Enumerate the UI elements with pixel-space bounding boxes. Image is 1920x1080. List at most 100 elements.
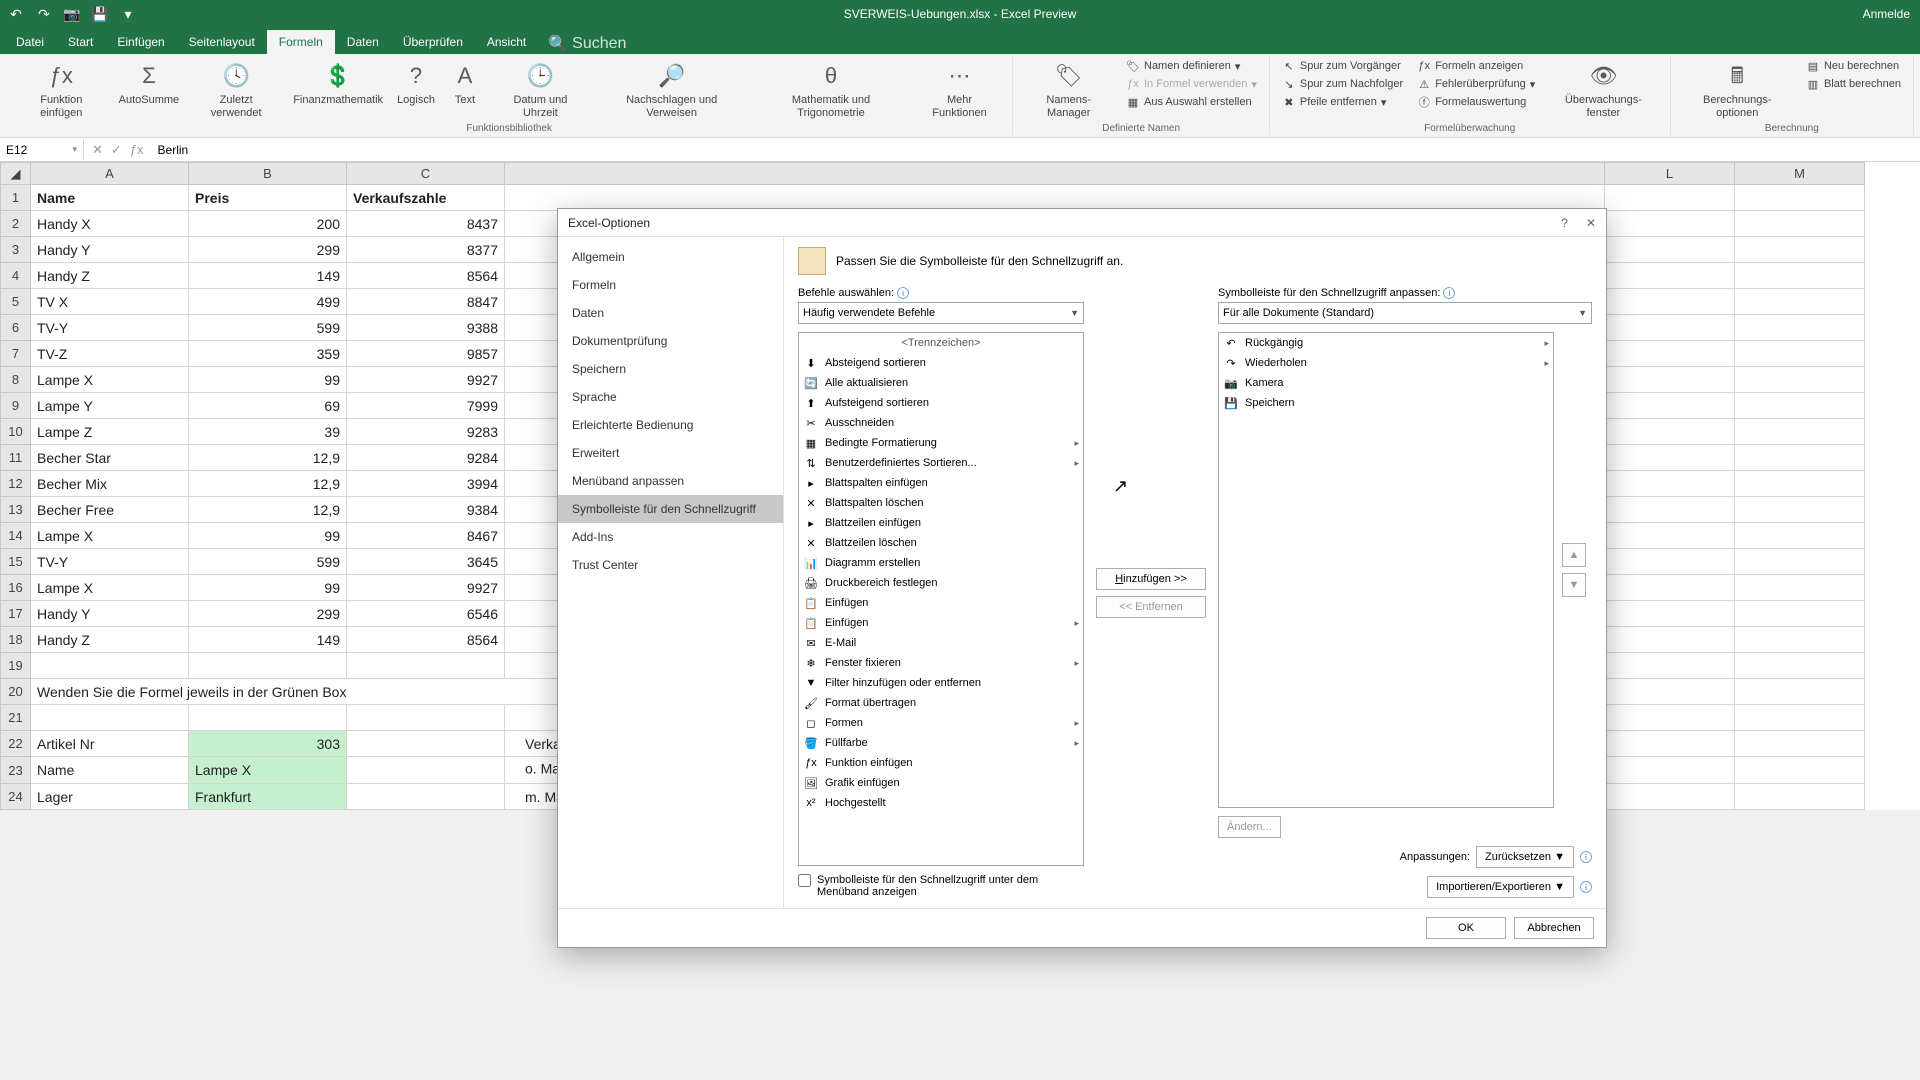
logical-button[interactable]: ?Logisch — [393, 58, 439, 109]
command-item[interactable]: ⇅Benutzerdefiniertes Sortieren...▸ — [799, 453, 1083, 473]
qat-item[interactable]: ↷Wiederholen▸ — [1219, 353, 1553, 373]
command-item[interactable]: 🖼Grafik einfügen — [799, 773, 1083, 793]
undo-icon[interactable]: ↶ — [8, 6, 24, 22]
options-nav-item[interactable]: Allgemein — [558, 243, 783, 271]
fx-bar-icon[interactable]: ƒx — [130, 142, 144, 158]
remove-arrows-button[interactable]: ✖Pfeile entfernen ▾ — [1278, 94, 1407, 110]
options-nav-item[interactable]: Dokumentprüfung — [558, 327, 783, 355]
show-below-ribbon-checkbox[interactable] — [798, 874, 811, 887]
command-item[interactable]: 🪣Füllfarbe▸ — [799, 733, 1083, 753]
autosum-button[interactable]: ΣAutoSumme — [115, 58, 184, 109]
recent-button[interactable]: 🕓Zuletzt verwendet — [189, 58, 283, 121]
col-C[interactable]: C — [347, 163, 505, 185]
remove-button[interactable]: << Entfernen — [1096, 596, 1206, 618]
col-M[interactable]: M — [1735, 163, 1865, 185]
tab-datei[interactable]: Datei — [4, 30, 56, 54]
command-item[interactable]: ✉E-Mail — [799, 633, 1083, 653]
name-box[interactable]: E12▾ — [0, 140, 84, 160]
col-B[interactable]: B — [189, 163, 347, 185]
command-item[interactable]: ▸Blattzeilen einfügen — [799, 513, 1083, 533]
create-from-selection-button[interactable]: ▦Aus Auswahl erstellen — [1122, 94, 1261, 110]
info-icon[interactable]: i — [897, 287, 909, 299]
options-nav-item[interactable]: Formeln — [558, 271, 783, 299]
camera-icon[interactable]: 📷 — [64, 6, 80, 22]
help-icon[interactable]: ? — [1561, 216, 1568, 230]
evaluate-formula-button[interactable]: ⓕFormelauswertung — [1413, 94, 1539, 110]
command-item[interactable]: x²Hochgestellt — [799, 793, 1083, 813]
name-manager-button[interactable]: 🏷Namens-Manager — [1021, 58, 1116, 121]
move-down-button[interactable]: ▼ — [1562, 573, 1586, 597]
command-item[interactable]: ✕Blattzeilen löschen — [799, 533, 1083, 553]
command-item[interactable]: ▸Blattspalten einfügen — [799, 473, 1083, 493]
watch-window-button[interactable]: 👁Überwachungs-fenster — [1545, 58, 1661, 121]
calc-options-button[interactable]: 🖩Berechnungs-optionen — [1679, 58, 1796, 121]
options-nav-item[interactable]: Erleichterte Bedienung — [558, 411, 783, 439]
options-nav-item[interactable]: Daten — [558, 299, 783, 327]
close-icon[interactable]: ✕ — [1586, 216, 1596, 230]
reset-dropdown[interactable]: Zurücksetzen ▼ — [1476, 846, 1574, 868]
import-export-dropdown[interactable]: Importieren/Exportieren ▼ — [1427, 876, 1574, 898]
commands-listbox[interactable]: <Trennzeichen>⬇Absteigend sortieren🔄Alle… — [798, 332, 1084, 866]
command-item[interactable]: ❄Fenster fixieren▸ — [799, 653, 1083, 673]
modify-button[interactable]: Ändern... — [1218, 816, 1281, 838]
cancel-icon[interactable]: ✕ — [92, 142, 103, 158]
qat-item[interactable]: 📷Kamera — [1219, 373, 1553, 393]
command-item[interactable]: ◻Formen▸ — [799, 713, 1083, 733]
calc-sheet-button[interactable]: ▥Blatt berechnen — [1802, 76, 1905, 92]
options-nav-item[interactable]: Symbolleiste für den Schnellzugriff — [558, 495, 783, 523]
insert-function-button[interactable]: ƒxFunktion einfügen — [14, 58, 109, 121]
tab-einfuegen[interactable]: Einfügen — [105, 30, 176, 54]
command-item[interactable]: 🔄Alle aktualisieren — [799, 373, 1083, 393]
qat-listbox[interactable]: ↶Rückgängig▸↷Wiederholen▸📷Kamera💾Speiche… — [1218, 332, 1554, 808]
cancel-button[interactable]: Abbrechen — [1514, 917, 1594, 939]
ok-button[interactable]: OK — [1426, 917, 1506, 939]
command-item[interactable]: 🖨Druckbereich festlegen — [799, 573, 1083, 593]
show-formulas-button[interactable]: ƒxFormeln anzeigen — [1413, 58, 1539, 74]
error-check-button[interactable]: ⚠Fehlerüberprüfung ▾ — [1413, 76, 1539, 92]
command-item[interactable]: ▦Bedingte Formatierung▸ — [799, 433, 1083, 453]
command-item[interactable]: ✂Ausschneiden — [799, 413, 1083, 433]
options-nav-item[interactable]: Speichern — [558, 355, 783, 383]
more-functions-button[interactable]: ⋯Mehr Funktionen — [915, 58, 1005, 121]
options-nav-item[interactable]: Erweitert — [558, 439, 783, 467]
enter-icon[interactable]: ✓ — [111, 142, 122, 158]
customize-qat-combo[interactable]: Für alle Dokumente (Standard)▼ — [1218, 302, 1592, 324]
info-icon[interactable]: i — [1443, 287, 1455, 299]
select-all[interactable]: ◢ — [1, 163, 31, 185]
qat-item[interactable]: 💾Speichern — [1219, 393, 1553, 413]
options-nav-item[interactable]: Menüband anpassen — [558, 467, 783, 495]
tab-ansicht[interactable]: Ansicht — [475, 30, 538, 54]
add-button[interactable]: HHinzufügen >>inzufügen >> — [1096, 568, 1206, 590]
col-A[interactable]: A — [31, 163, 189, 185]
use-in-formula-button[interactable]: ƒxIn Formel verwenden ▾ — [1122, 76, 1261, 92]
command-item[interactable]: ⬆Aufsteigend sortieren — [799, 393, 1083, 413]
command-item[interactable]: ⬇Absteigend sortieren — [799, 353, 1083, 373]
qat-item[interactable]: ↶Rückgängig▸ — [1219, 333, 1553, 353]
options-nav-item[interactable]: Trust Center — [558, 551, 783, 579]
financial-button[interactable]: 💲Finanzmathematik — [289, 58, 387, 109]
math-button[interactable]: θMathematik und Trigonometrie — [753, 58, 908, 121]
tab-start[interactable]: Start — [56, 30, 105, 54]
trace-precedents-button[interactable]: ↖Spur zum Vorgänger — [1278, 58, 1407, 74]
customize-qat-icon[interactable]: ▾ — [120, 6, 136, 22]
define-name-button[interactable]: 🏷Namen definieren ▾ — [1122, 58, 1261, 74]
options-nav-item[interactable]: Add-Ins — [558, 523, 783, 551]
info-icon[interactable]: i — [1580, 881, 1592, 893]
tell-me-search[interactable]: 🔍 Suchen — [548, 34, 626, 54]
options-nav-item[interactable]: Sprache — [558, 383, 783, 411]
calc-now-button[interactable]: ▤Neu berechnen — [1802, 58, 1905, 74]
command-item[interactable]: ▼Filter hinzufügen oder entfernen — [799, 673, 1083, 693]
tab-ueberpruefen[interactable]: Überprüfen — [391, 30, 475, 54]
formula-input[interactable]: Berlin — [152, 143, 189, 157]
command-item[interactable]: ✕Blattspalten löschen — [799, 493, 1083, 513]
text-button[interactable]: AText — [445, 58, 485, 109]
command-item[interactable]: 🖌Format übertragen — [799, 693, 1083, 713]
save-icon[interactable]: 💾 — [92, 6, 108, 22]
tab-daten[interactable]: Daten — [335, 30, 391, 54]
info-icon[interactable]: i — [1580, 851, 1592, 863]
trace-dependents-button[interactable]: ↘Spur zum Nachfolger — [1278, 76, 1407, 92]
move-up-button[interactable]: ▲ — [1562, 543, 1586, 567]
command-item[interactable]: ƒxFunktion einfügen — [799, 753, 1083, 773]
date-button[interactable]: 🕒Datum und Uhrzeit — [491, 58, 590, 121]
tab-formeln[interactable]: Formeln — [267, 30, 335, 54]
